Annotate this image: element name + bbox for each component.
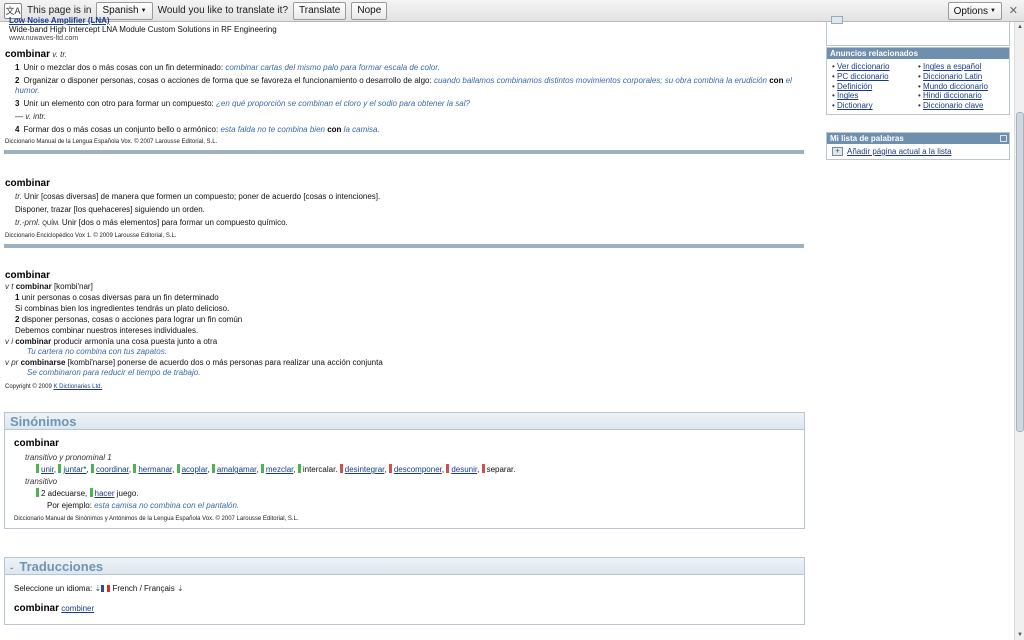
scrollbar[interactable]: ▲ ▼ xyxy=(1014,22,1024,640)
translations-header: - Traducciones xyxy=(5,558,804,575)
related-link[interactable]: Mundo diccionario xyxy=(923,82,988,91)
add-page-link[interactable]: Añadir página actual a la lista xyxy=(847,147,952,156)
translate-prefix: This page is in xyxy=(27,5,92,16)
definition: 3 Unir un elemento con otro para formar u… xyxy=(15,99,470,108)
definition: v pr combinarse [kombi'narse] ponerse de… xyxy=(5,358,383,367)
grammar-tag: — v. intr. xyxy=(15,112,47,121)
antonym-link[interactable]: desunir xyxy=(451,465,477,474)
chevron-down-icon: ▼ xyxy=(140,7,147,14)
definition: 2 disponer personas, cosas o acciones pa… xyxy=(15,315,243,324)
example: Si combinas bien los ingredientes tendrá… xyxy=(15,304,230,313)
related-ads-panel: Anuncios relacionados Ver diccionario PC… xyxy=(826,47,1010,115)
grammar-tag: v. tr. xyxy=(52,50,67,59)
related-link[interactable]: Ingles xyxy=(837,91,858,100)
sponsored-ad: Low Noise Amplifier (LNA) Wide-band High… xyxy=(9,16,806,43)
scrollbar-thumb[interactable] xyxy=(1016,112,1024,432)
collapse-toggle[interactable]: - xyxy=(10,563,13,574)
definition: 2 Organizar o disponer personas, cosas o … xyxy=(15,76,792,95)
headword: combinar xyxy=(5,270,51,281)
copyright-link[interactable]: K Dictionaries Ltd. xyxy=(53,384,102,390)
related-link[interactable]: Ingles a español xyxy=(923,62,981,71)
synonym-row: unir, juntar*, coordinar, hermanar, acop… xyxy=(36,464,795,476)
grammar-tag: transitivo xyxy=(25,477,58,486)
synonyms-box: Sinónimos combinar transitivo y pronomin… xyxy=(4,412,805,529)
antonym-link[interactable]: descomponer xyxy=(394,465,442,474)
synonym-link[interactable]: acoplar xyxy=(182,465,208,474)
french-flag-icon xyxy=(101,585,111,592)
synonym-link[interactable]: amalgamar xyxy=(217,465,257,474)
copyright: Copyright © 2009 K Dictionaries Ltd. xyxy=(5,384,103,390)
enc-entry: combinar tr. Unir [cosas diversas] de ma… xyxy=(5,178,806,239)
right-sidebar: Anuncios relacionados Ver diccionario PC… xyxy=(826,16,1010,160)
translate-question: Would you like to translate it? xyxy=(157,5,289,16)
translation-link[interactable]: combiner xyxy=(61,604,94,613)
related-link[interactable]: Hindi diccionario xyxy=(923,91,982,100)
synonym-link[interactable]: coordinar xyxy=(96,465,129,474)
example: Se combinaron para reducir el tiempo de … xyxy=(27,368,201,377)
language-option[interactable]: French / Français xyxy=(112,584,174,593)
grammar-tag: transitivo y pronominal 1 xyxy=(25,453,112,462)
translation-row: combinar combiner xyxy=(14,603,95,614)
definition: 1 unir personas o cosas diversas para un… xyxy=(15,293,219,302)
word-list-panel: Mi lista de palabras + Añadir página act… xyxy=(826,131,1010,160)
ad-url[interactable]: www.nuwaves-ltd.com xyxy=(9,34,806,43)
copyright: Diccionario Enciclopédico Vox 1. © 2009 … xyxy=(5,233,177,239)
ad-description: Wide-band High Intercept LNA Module Cust… xyxy=(9,25,277,34)
synonym-link[interactable]: hacer xyxy=(95,489,115,498)
synonym-link[interactable]: mezclar xyxy=(266,465,294,474)
related-link[interactable]: PC diccionario xyxy=(837,72,889,81)
kd-entry: combinar v t combinar [kombi'nar] 1 unir… xyxy=(5,270,806,390)
ad-title-link[interactable]: Low Noise Amplifier (LNA) xyxy=(9,16,806,25)
definition: Disponer, trazar [los quehaceres] siguie… xyxy=(15,205,205,214)
copyright: Diccionario Manual de Sinónimos y Antóni… xyxy=(14,516,299,522)
definition: 4 Formar dos o más cosas un conjunto bell… xyxy=(15,125,380,134)
divider xyxy=(4,244,804,248)
language-selector: Seleccione un idioma: ⇣ French / Françai… xyxy=(14,584,184,593)
expand-icon[interactable] xyxy=(1000,134,1007,142)
headword: combinar xyxy=(5,49,51,60)
panel-header: Mi lista de palabras xyxy=(827,132,1009,144)
add-page-row[interactable]: + Añadir página actual a la lista xyxy=(832,146,1004,156)
antonym-link[interactable]: desintegrar xyxy=(345,465,385,474)
headword: combinar xyxy=(5,178,51,189)
close-icon[interactable]: ✕ xyxy=(1009,4,1018,17)
definition: 1 Unir o mezclar dos o más cosas con un f… xyxy=(15,63,440,72)
synonym-link[interactable]: juntar* xyxy=(63,465,86,474)
related-link[interactable]: Definición xyxy=(837,82,872,91)
synonym-link[interactable]: unir xyxy=(41,465,54,474)
dropdown-icon[interactable]: ⇣ xyxy=(177,584,184,593)
synonym-row: 2 adecuarse, hacer juego. xyxy=(36,488,795,500)
main-content: Low Noise Amplifier (LNA) Wide-band High… xyxy=(4,16,806,625)
headword: combinar xyxy=(14,438,60,449)
related-link[interactable]: Diccionario clave xyxy=(923,101,983,110)
list-icon xyxy=(831,16,843,24)
definition: tr.-prnl. QUÍM. Unir [dos o más elemento… xyxy=(15,218,288,227)
example: Por ejemplo: esta camisa no combina con … xyxy=(47,501,240,510)
chevron-down-icon: ▼ xyxy=(990,8,996,14)
vox-entry: combinar v. tr. 1 Unir o mezclar dos o má… xyxy=(5,49,806,145)
scroll-down-icon[interactable]: ▼ xyxy=(1015,630,1024,640)
example: Tu cartera no combina con tus zapatos. xyxy=(27,347,167,356)
definition: tr. Unir [cosas diversas] de manera que … xyxy=(15,192,381,201)
example: Debemos combinar nuestros intereses indi… xyxy=(15,326,199,335)
options-button[interactable]: Options ▼ xyxy=(947,2,1002,20)
panel-header: Anuncios relacionados xyxy=(827,48,1009,59)
synonym-link[interactable]: hermanar xyxy=(138,465,172,474)
copyright: Diccionario Manual de la Lengua Española… xyxy=(5,139,218,145)
definition: v t combinar [kombi'nar] xyxy=(5,282,93,291)
flag-dropdown-icon[interactable]: ⇣ xyxy=(95,584,102,593)
related-link[interactable]: Diccionario Latin xyxy=(923,72,982,81)
related-link[interactable]: Ver diccionario xyxy=(837,62,889,71)
add-icon: + xyxy=(832,146,843,156)
scroll-up-icon[interactable]: ▲ xyxy=(1015,22,1024,32)
synonyms-header: Sinónimos xyxy=(5,413,804,430)
translations-box: - Traducciones Seleccione un idioma: ⇣ Fr… xyxy=(4,557,805,625)
sidebar-top-box xyxy=(826,16,1010,46)
divider xyxy=(4,150,804,154)
related-link[interactable]: Dictionary xyxy=(837,101,873,110)
definition: v i combinar producir armonía una cosa p… xyxy=(5,337,218,346)
